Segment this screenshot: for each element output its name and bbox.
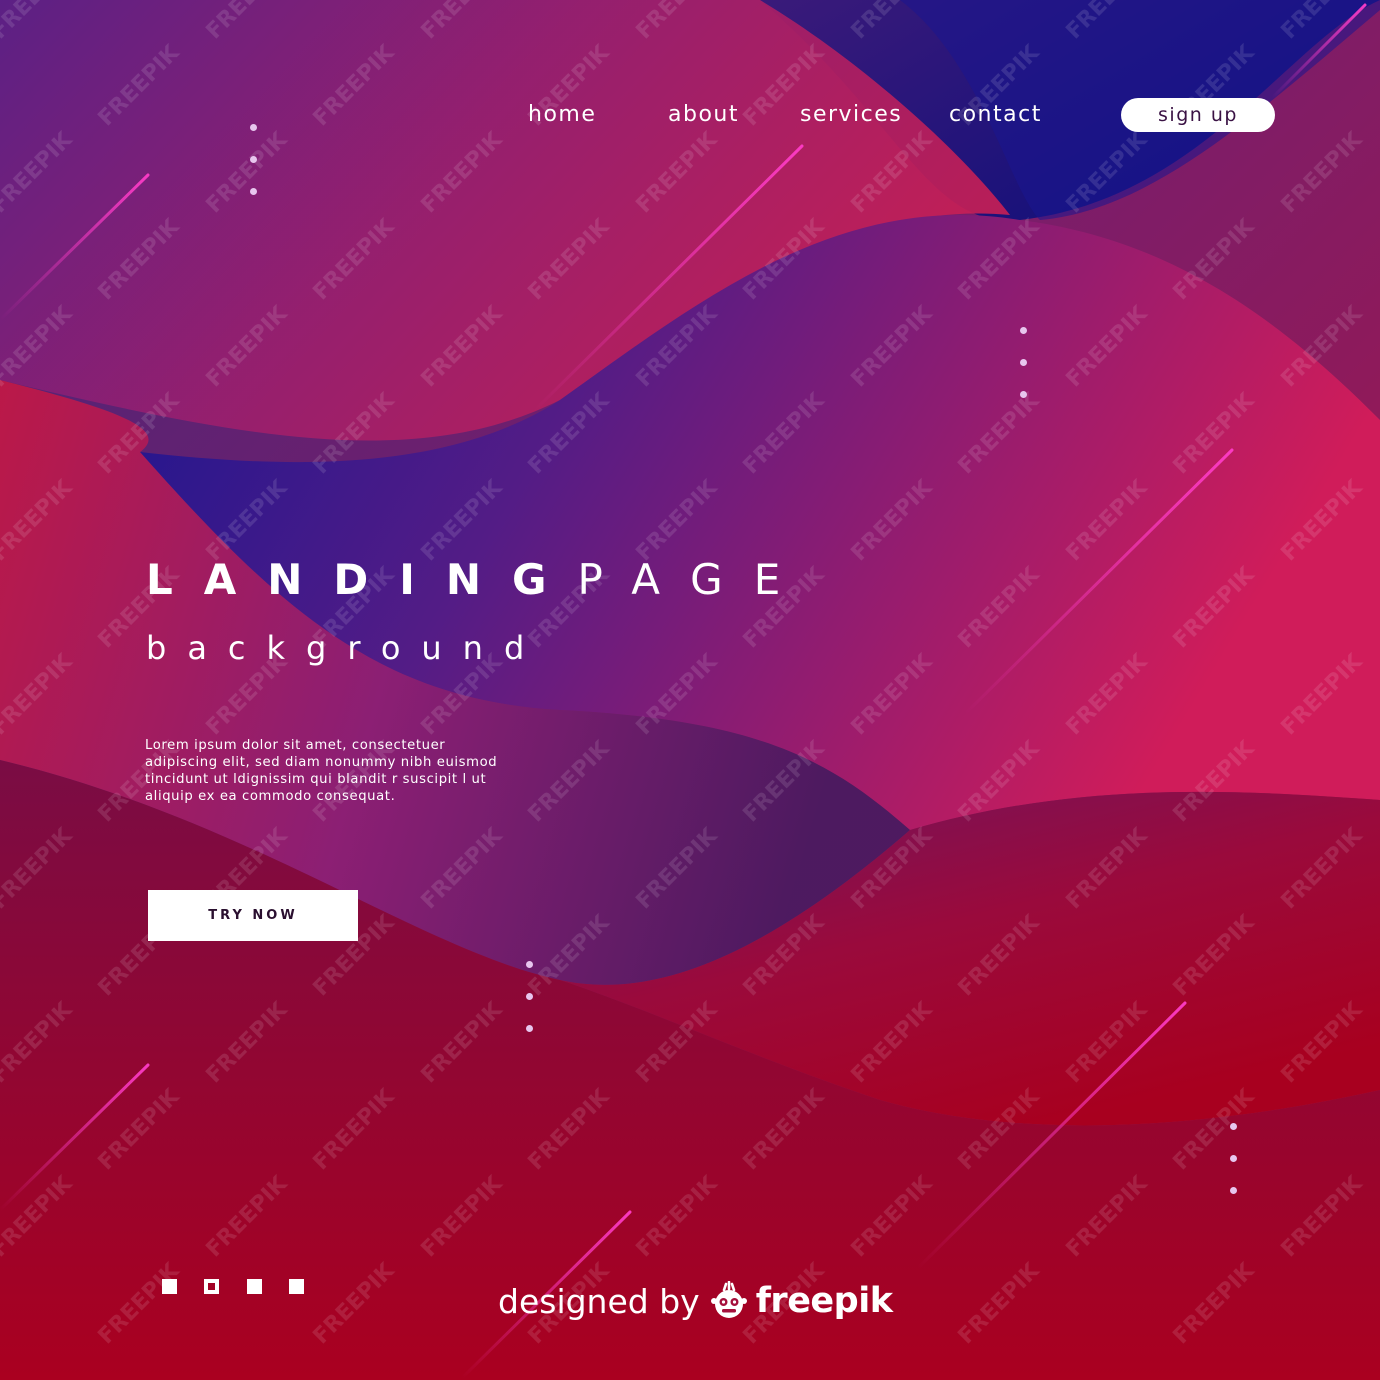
nav-contact-link[interactable]: contact	[949, 102, 1042, 127]
hero-title: LANDINGPAGE	[146, 556, 811, 604]
dot	[1230, 1187, 1237, 1194]
hero-title-bold: LANDING	[146, 555, 578, 604]
hero-title-light: PAGE	[577, 555, 812, 604]
designer-credit: designed by freepik	[498, 1278, 893, 1324]
dot	[250, 124, 257, 131]
dot	[1230, 1155, 1237, 1162]
dot	[526, 961, 533, 968]
pagination-dot-3[interactable]	[247, 1279, 262, 1294]
hero-subtitle: background	[146, 629, 546, 667]
nav-about-link[interactable]: about	[668, 102, 739, 127]
pagination-dot-4[interactable]	[289, 1279, 304, 1294]
nav-services-link[interactable]: services	[800, 102, 902, 127]
dot	[1020, 359, 1027, 366]
dot	[1020, 391, 1027, 398]
credit-brand: freepik	[755, 1281, 893, 1321]
try-now-button[interactable]: TRY NOW	[148, 890, 358, 941]
credit-prefix: designed by	[498, 1281, 700, 1321]
dot	[526, 1025, 533, 1032]
freepik-logo-icon	[710, 1280, 748, 1321]
pagination-dot-1[interactable]	[162, 1279, 177, 1294]
dot	[1020, 327, 1027, 334]
dot	[526, 993, 533, 1000]
hero-body-text: Lorem ipsum dolor sit amet, consectetuer…	[145, 738, 498, 804]
dot	[1230, 1123, 1237, 1130]
sign-up-button[interactable]: sign up	[1121, 98, 1275, 132]
nav-home-link[interactable]: home	[528, 102, 596, 127]
dot	[250, 156, 257, 163]
background-art: FREEPIK FREEPIK FREEPIK FREEPIK FREEPIK FREEP…	[0, 0, 1380, 1380]
dot	[250, 188, 257, 195]
pagination-dot-2-active[interactable]	[204, 1279, 219, 1294]
